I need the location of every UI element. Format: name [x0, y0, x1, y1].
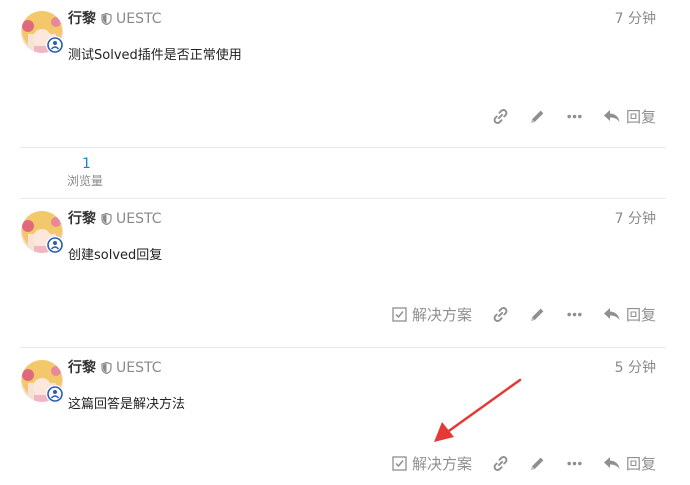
reply-button[interactable]: 回复	[603, 106, 656, 127]
ellipsis-icon	[567, 312, 582, 316]
more-options-button[interactable]	[566, 108, 583, 125]
divider	[20, 147, 666, 148]
shield-icon	[101, 362, 112, 374]
post-content: 测试Solved插件是否正常使用	[68, 48, 242, 63]
post-content: 创建solved回复	[68, 248, 163, 263]
reply-icon	[603, 457, 620, 469]
reply-button[interactable]: 回复	[603, 304, 656, 325]
more-options-button[interactable]	[566, 306, 583, 323]
link-icon	[493, 108, 508, 124]
post-header: 行黎 UESTC	[68, 10, 162, 28]
shield-icon	[101, 213, 112, 225]
more-options-button[interactable]	[566, 455, 583, 472]
post-1: 行黎 UESTC 7 分钟 测试Solved插件是否正常使用 回复	[20, 10, 666, 130]
reply-label: 回复	[625, 107, 656, 126]
post-header: 行黎 UESTC	[68, 359, 162, 377]
reply-icon	[603, 110, 620, 122]
accept-solution-button[interactable]: 解决方案	[392, 453, 472, 474]
avatar[interactable]	[20, 359, 64, 403]
views-label: 浏览量	[66, 174, 103, 188]
moderator-badge-icon	[46, 36, 64, 54]
share-link-button[interactable]	[492, 306, 509, 323]
post-header: 行黎 UESTC	[68, 210, 162, 228]
username[interactable]: 行黎	[68, 359, 96, 377]
link-icon	[493, 306, 508, 322]
ellipsis-icon	[567, 461, 582, 465]
reply-label: 回复	[625, 454, 656, 473]
user-group-flair[interactable]: UESTC	[116, 10, 162, 28]
edit-button[interactable]	[529, 306, 546, 323]
shield-icon	[101, 13, 112, 25]
edit-button[interactable]	[529, 108, 546, 125]
post-content: 这篇回答是解决方法	[68, 397, 186, 412]
post-actions: 解决方案 回复	[392, 451, 656, 475]
solution-label: 解决方案	[411, 305, 472, 324]
accept-solution-button[interactable]: 解决方案	[392, 304, 472, 325]
ellipsis-icon	[567, 114, 582, 118]
username[interactable]: 行黎	[68, 210, 96, 228]
annotation-arrow	[434, 378, 522, 442]
pencil-icon	[531, 308, 544, 321]
pencil-icon	[531, 110, 544, 123]
solution-label: 解决方案	[411, 454, 472, 473]
moderator-badge-icon	[46, 236, 64, 254]
moderator-badge-icon	[46, 385, 64, 403]
divider	[20, 198, 666, 199]
pencil-icon	[531, 457, 544, 470]
views-count: 1	[82, 156, 91, 172]
reply-icon	[603, 308, 620, 320]
avatar[interactable]	[20, 10, 64, 54]
avatar[interactable]	[20, 210, 64, 254]
post-time[interactable]: 7 分钟	[615, 210, 656, 228]
link-icon	[493, 455, 508, 471]
reply-button[interactable]: 回复	[603, 453, 656, 474]
checkbox-icon	[392, 455, 407, 471]
post-3: 行黎 UESTC 5 分钟 这篇回答是解决方法 解决方案 回复	[20, 359, 666, 479]
user-group-flair[interactable]: UESTC	[116, 210, 162, 228]
share-link-button[interactable]	[492, 108, 509, 125]
post-time[interactable]: 7 分钟	[615, 10, 656, 28]
edit-button[interactable]	[529, 455, 546, 472]
share-link-button[interactable]	[492, 455, 509, 472]
topic-views-stat: 1 浏览量	[67, 155, 107, 189]
post-actions: 回复	[472, 104, 656, 128]
divider	[20, 347, 666, 348]
post-actions: 解决方案 回复	[392, 302, 656, 326]
username[interactable]: 行黎	[68, 10, 96, 28]
checkbox-icon	[392, 306, 407, 322]
reply-label: 回复	[625, 305, 656, 324]
post-2: 行黎 UESTC 7 分钟 创建solved回复 解决方案 回复	[20, 210, 666, 330]
user-group-flair[interactable]: UESTC	[116, 359, 162, 377]
topic-page: 行黎 UESTC 7 分钟 测试Solved插件是否正常使用 回复 1 浏览量 …	[0, 0, 690, 485]
post-time[interactable]: 5 分钟	[615, 359, 656, 377]
